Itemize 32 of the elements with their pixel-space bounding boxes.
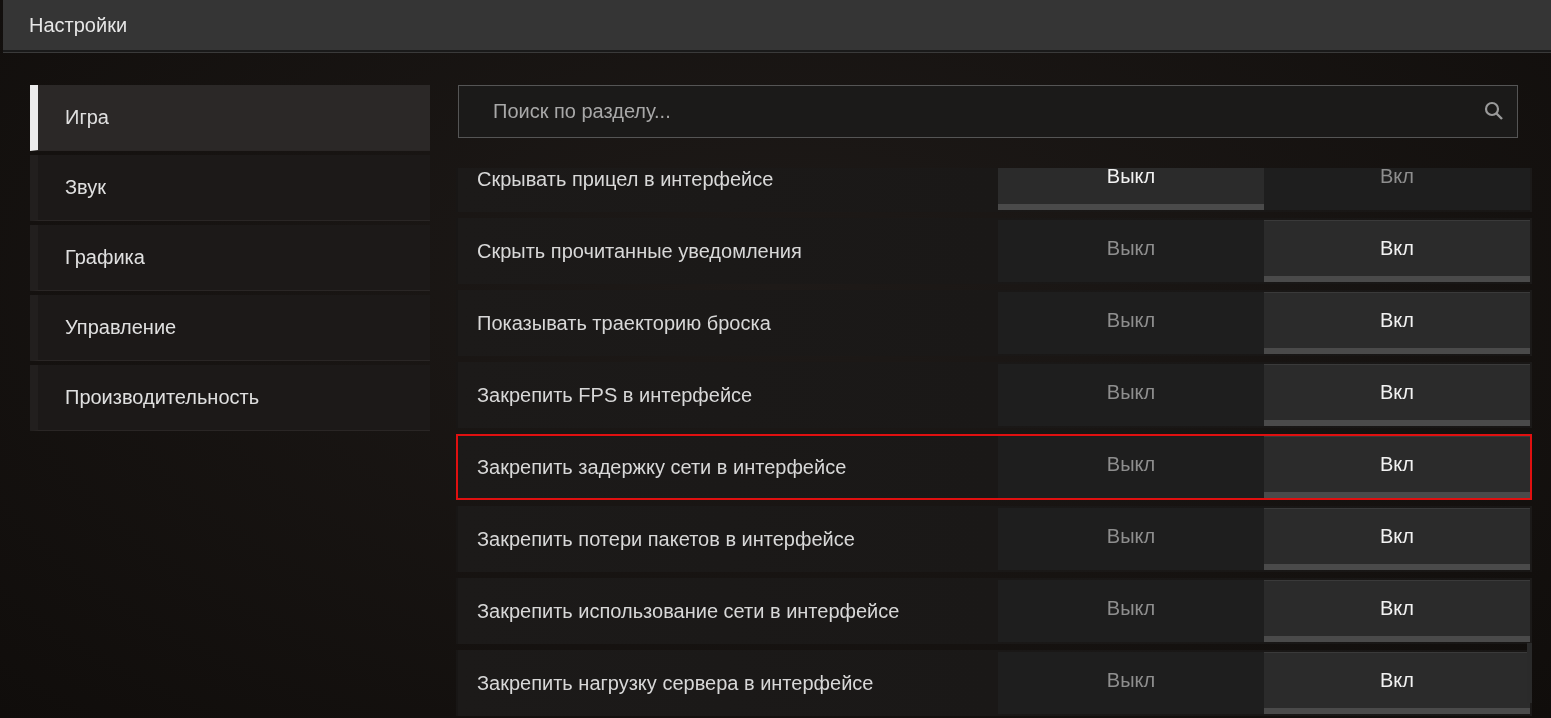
toggle-option[interactable]: Выкл (998, 580, 1264, 642)
setting-label: Закрепить нагрузку сервера в интерфейсе (477, 671, 874, 695)
toggle-option[interactable]: Выкл (998, 220, 1264, 282)
toggle-option[interactable]: Выкл (998, 292, 1264, 354)
setting-label: Закрепить задержку сети в интерфейсе (477, 455, 847, 479)
toggle-option[interactable]: Вкл (1264, 508, 1530, 570)
setting-label: Показывать траекторию броска (477, 311, 771, 335)
search-field[interactable]: Поиск по разделу... (458, 85, 1518, 138)
toggle-option[interactable]: Вкл (1264, 652, 1530, 714)
toggle-option[interactable]: Выкл (998, 508, 1264, 570)
toggle-option[interactable]: Вкл (1264, 580, 1530, 642)
toggle-option[interactable]: Вкл (1264, 220, 1530, 282)
sidebar-item[interactable]: Производительность (30, 365, 430, 431)
sidebar-item[interactable]: Игра (30, 85, 430, 151)
setting-label: Закрепить FPS в интерфейсе (477, 383, 753, 407)
toggle-option[interactable]: Вкл (1264, 364, 1530, 426)
sidebar-item[interactable]: Графика (30, 225, 430, 291)
toggle-option[interactable]: Выкл (998, 436, 1264, 498)
toggle-option[interactable]: Вкл (1264, 168, 1530, 210)
setting-label: Закрепить использование сети в интерфейсе (477, 599, 900, 623)
sidebar-item[interactable]: Звук (30, 155, 430, 221)
toggle-option[interactable]: Вкл (1264, 292, 1530, 354)
window-title: Настройки (29, 13, 128, 37)
setting-label: Закрепить потери пакетов в интерфейсе (477, 527, 855, 551)
sidebar-item[interactable]: Управление (30, 295, 430, 361)
toggle-option[interactable]: Выкл (998, 168, 1264, 210)
toggle-option[interactable]: Выкл (998, 652, 1264, 714)
toggle-option[interactable]: Выкл (998, 364, 1264, 426)
setting-label: Скрыть прочитанные уведомления (477, 239, 802, 263)
toggle-option[interactable]: Вкл (1264, 436, 1530, 498)
search-icon[interactable] (1484, 101, 1504, 121)
setting-label: Скрывать прицел в интерфейсе (477, 168, 774, 191)
